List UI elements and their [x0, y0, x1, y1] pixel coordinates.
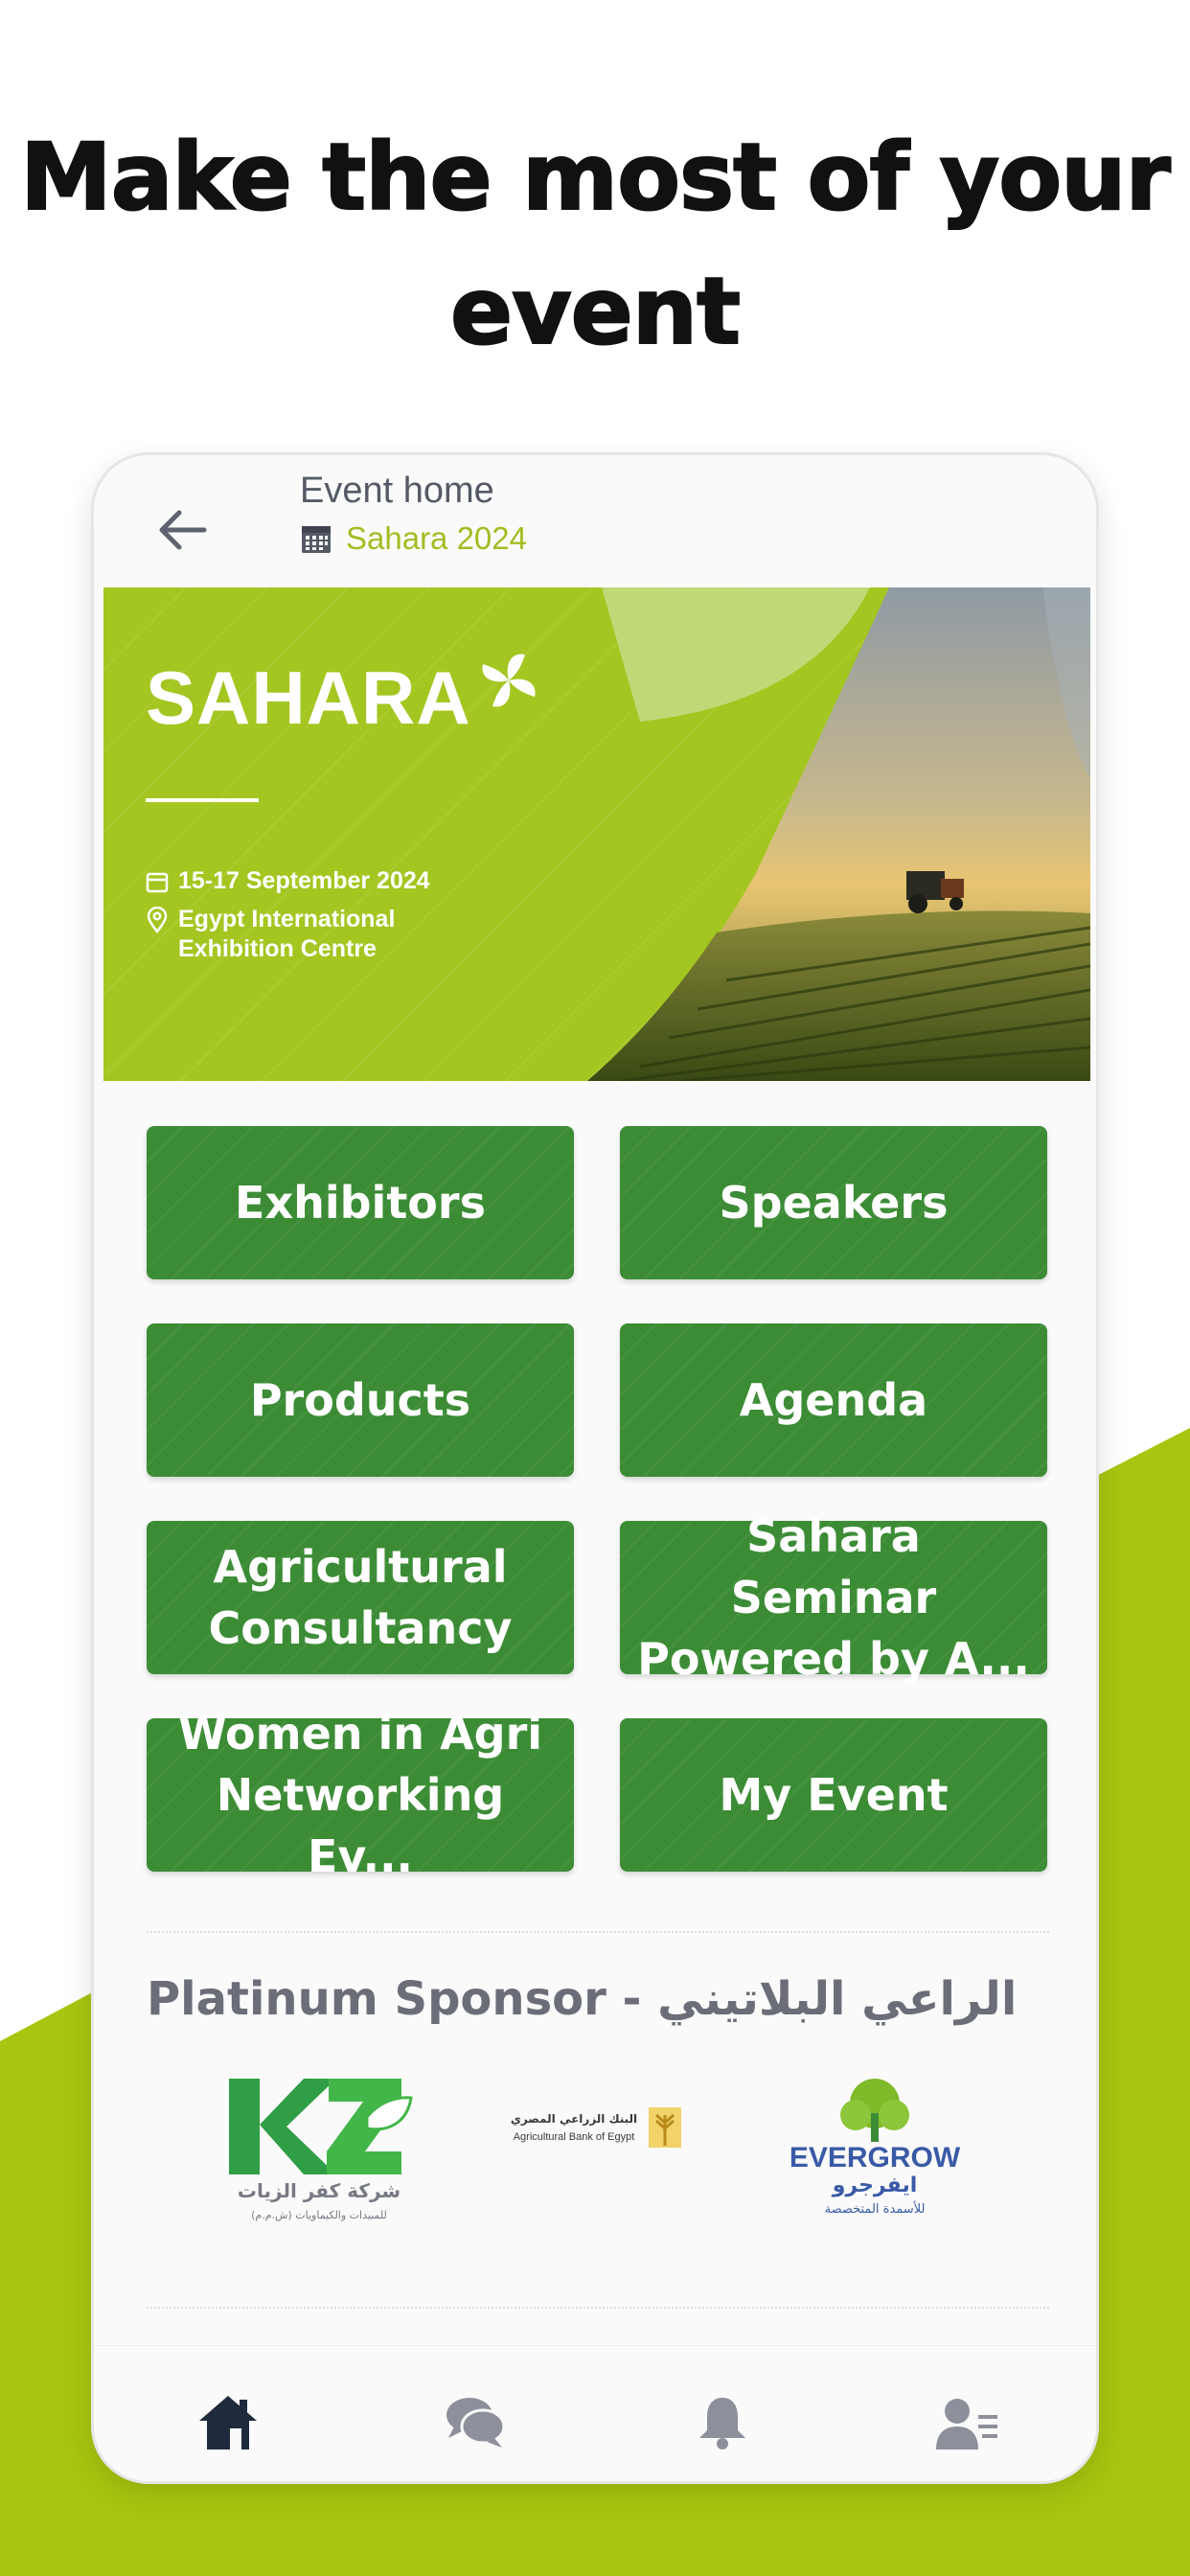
agri-bank-english: Agricultural Bank of Egypt [514, 2131, 635, 2143]
event-name-row: Sahara 2024 [300, 520, 527, 557]
tree-emblem [840, 2079, 909, 2142]
home-icon [199, 2396, 257, 2450]
tile-exhibitors[interactable]: Exhibitors [147, 1126, 574, 1279]
evergrow-arabic-sub: للأسمدة المتخصصة [825, 2200, 926, 2217]
calendar-outline-icon [146, 872, 169, 893]
back-button[interactable] [144, 492, 220, 568]
event-details: 15-17 September 2024 Egypt International… [146, 867, 430, 974]
tile-speakers[interactable]: Speakers [620, 1126, 1047, 1279]
evergrow-english: EVERGROW [790, 2142, 961, 2174]
wheat-emblem [649, 2107, 681, 2148]
calendar-icon [302, 526, 331, 553]
kz-arabic-sub: للمبيدات والكيماويات (ش.م.م) [251, 2209, 387, 2221]
arrow-left-icon [159, 510, 207, 550]
menu-grid: Exhibitors Speakers Products Agenda Agri… [147, 1126, 1049, 1882]
event-location-line-2: Exhibition Centre [178, 935, 377, 962]
sahara-logo: SAHARA [146, 654, 542, 742]
headline-line-2: event [449, 257, 742, 366]
tile-my-event[interactable]: My Event [620, 1718, 1047, 1872]
bottom-nav [94, 2345, 1096, 2481]
tile-women-in-agri[interactable]: Women in Agri Networking Ev... [147, 1708, 574, 1882]
event-name: Sahara 2024 [346, 520, 527, 556]
event-location-line-1: Egypt International [178, 906, 396, 932]
kz-logo[interactable]: شركة كفر الزيات للمبيدات والكيماويات (ش.… [223, 2075, 415, 2228]
event-dates: 15-17 September 2024 [178, 867, 430, 894]
phone-frame: Event home Sahara 2024 SAHARA 15-17 Sept… [91, 452, 1099, 2484]
evergrow-logo[interactable]: EVERGROW ايفرجرو للأسمدة المتخصصة [779, 2075, 971, 2228]
evergrow-arabic: ايفرجرو [832, 2174, 918, 2197]
nav-home[interactable] [190, 2384, 266, 2461]
headline-line-1: Make the most of your [19, 123, 1172, 232]
event-banner[interactable]: SAHARA 15-17 September 2024 Egypt Intern… [103, 587, 1090, 1081]
kz-arabic-name: شركة كفر الزيات [238, 2179, 400, 2202]
sponsor-heading: Platinum Sponsor - الراعي البلاتيني [147, 1972, 1018, 2026]
nav-notifications[interactable] [684, 2384, 761, 2461]
chat-icon [446, 2398, 506, 2448]
sponsor-logos: شركة كفر الزيات للمبيدات والكيماويات (ش.… [147, 2075, 1049, 2228]
agri-bank-arabic: البنك الزراعي المصري [511, 2112, 637, 2126]
top-bar: Event home Sahara 2024 [94, 455, 1096, 587]
location-pin-icon [147, 907, 168, 933]
section-divider-2 [147, 2307, 1049, 2309]
tile-agricultural-consultancy[interactable]: Agricultural Consultancy [147, 1521, 574, 1674]
banner-divider [146, 798, 259, 802]
brand-name: SAHARA [146, 656, 471, 740]
section-divider [147, 1931, 1049, 1933]
profile-icon [936, 2399, 997, 2450]
nav-profile[interactable] [929, 2384, 1006, 2461]
headline: Make the most of your event [0, 110, 1190, 379]
tile-products[interactable]: Products [147, 1323, 574, 1477]
page-title: Event home [300, 471, 494, 511]
bell-icon [699, 2398, 745, 2450]
tile-sahara-seminar[interactable]: Sahara Seminar Powered by A... [620, 1510, 1047, 1685]
tile-agenda[interactable]: Agenda [620, 1323, 1047, 1477]
flower-logo-icon [482, 654, 536, 707]
agri-bank-logo[interactable]: البنك الزراعي المصري Agricultural Bank o… [509, 2100, 700, 2167]
nav-chat[interactable] [437, 2384, 514, 2461]
